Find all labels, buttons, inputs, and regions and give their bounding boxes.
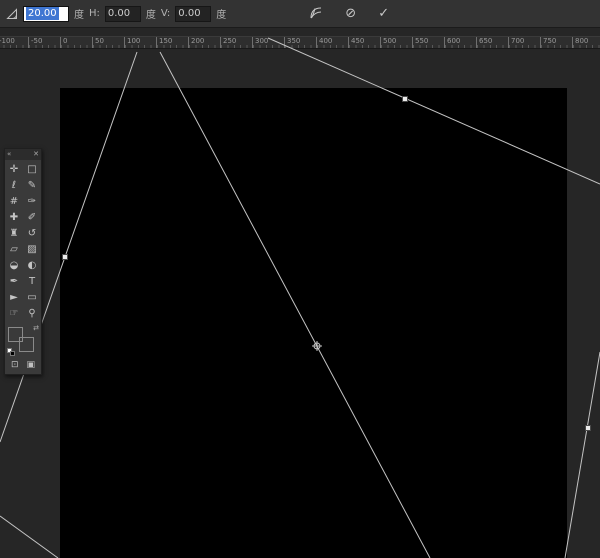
tool-gradient[interactable]: ▨: [23, 241, 41, 257]
tools-panel-footer: ⊡ ▣: [5, 358, 41, 374]
ruler-tick: 350: [284, 37, 316, 48]
tool-spot-healing-brush[interactable]: ✚: [5, 209, 23, 225]
tool-eraser[interactable]: ▱: [5, 241, 23, 257]
ruler-tick: 650: [476, 37, 508, 48]
v-skew-unit-label: 度: [216, 6, 226, 21]
tools-panel-header: « ✕: [5, 149, 41, 160]
h-skew-label: H:: [89, 8, 100, 19]
tool-lasso[interactable]: ℓ: [5, 177, 23, 193]
ruler-tick: 0: [60, 37, 92, 48]
rotate-angle-icon: [6, 8, 18, 20]
ruler-tick: -100: [0, 37, 28, 48]
ruler-tick: 100: [124, 37, 156, 48]
tool-rectangle[interactable]: ▭: [23, 289, 41, 305]
tools-grid: ✛ □ ℓ ✎ # ✑ ✚ ✐ ♜ ↺ ▱ ▨ ◒ ◐ ✒ T ► ▭ ☞ ⚲: [5, 160, 41, 322]
ruler-tick: 250: [220, 37, 252, 48]
ruler-tick: 800: [572, 37, 600, 48]
ruler-tick: 450: [348, 37, 380, 48]
transform-handle[interactable]: [586, 426, 591, 431]
ruler-tick: 700: [508, 37, 540, 48]
foreground-color-swatch[interactable]: [8, 327, 23, 342]
transform-edge-line: [565, 352, 600, 558]
ruler-tick: 300: [252, 37, 284, 48]
ruler-tick: 600: [444, 37, 476, 48]
ruler-tick: 550: [412, 37, 444, 48]
photoshop-window: 20.00 度 H: 0.00 度 V: 0.00 度 ⊘ ✓ -100 -50…: [0, 0, 600, 558]
tool-type[interactable]: T: [23, 273, 41, 289]
rotate-angle-value: 20.00: [26, 7, 59, 20]
tool-history-brush[interactable]: ↺: [23, 225, 41, 241]
ruler-tick: 400: [316, 37, 348, 48]
ruler-tick: 500: [380, 37, 412, 48]
collapse-panel-icon[interactable]: «: [7, 151, 11, 158]
ruler-tick: 200: [188, 37, 220, 48]
tool-brush[interactable]: ✐: [23, 209, 41, 225]
tool-path-selection[interactable]: ►: [5, 289, 23, 305]
tool-blur[interactable]: ◒: [5, 257, 23, 273]
tools-panel: « ✕ ✛ □ ℓ ✎ # ✑ ✚ ✐ ♜ ↺ ▱ ▨ ◒ ◐ ✒ T ► ▭ …: [4, 148, 42, 375]
tool-eyedropper[interactable]: ✑: [23, 193, 41, 209]
tool-rectangular-marquee[interactable]: □: [23, 161, 41, 177]
horizontal-ruler[interactable]: -100 -50 0 50 100 150 200 250 300 350 40…: [0, 36, 600, 49]
canvas[interactable]: [60, 88, 567, 558]
tool-quick-selection[interactable]: ✎: [23, 177, 41, 193]
transform-action-buttons: ⊘ ✓: [309, 6, 389, 22]
quick-mask-icon[interactable]: ⊡: [11, 360, 19, 370]
tool-zoom[interactable]: ⚲: [23, 305, 41, 321]
tool-clone-stamp[interactable]: ♜: [5, 225, 23, 241]
default-colors-icon[interactable]: [7, 348, 16, 357]
ruler-tick: 150: [156, 37, 188, 48]
tool-hand[interactable]: ☞: [5, 305, 23, 321]
tool-crop[interactable]: #: [5, 193, 23, 209]
ruler-tick: 50: [92, 37, 124, 48]
rotate-unit-label: 度: [74, 6, 84, 21]
default-background-chip: [10, 351, 15, 356]
h-skew-input[interactable]: 0.00: [105, 6, 141, 22]
screen-mode-icon[interactable]: ▣: [27, 360, 36, 370]
transform-edge-line: [0, 516, 58, 558]
swap-colors-icon[interactable]: ⇄: [33, 324, 39, 332]
tool-dodge[interactable]: ◐: [23, 257, 41, 273]
ruler-tick: -50: [28, 37, 60, 48]
tool-pen[interactable]: ✒: [5, 273, 23, 289]
ruler-tick: 750: [540, 37, 572, 48]
cancel-transform-button[interactable]: ⊘: [345, 7, 356, 20]
v-skew-input[interactable]: 0.00: [175, 6, 211, 22]
h-skew-unit-label: 度: [146, 6, 156, 21]
transform-options-bar: 20.00 度 H: 0.00 度 V: 0.00 度 ⊘ ✓: [0, 0, 600, 28]
commit-transform-button[interactable]: ✓: [378, 7, 389, 20]
close-panel-icon[interactable]: ✕: [33, 151, 39, 158]
rotate-angle-input[interactable]: 20.00: [23, 6, 69, 22]
tool-move[interactable]: ✛: [5, 161, 23, 177]
color-swatches: ⇄: [5, 324, 41, 358]
v-skew-label: V:: [161, 8, 170, 19]
warp-mode-icon[interactable]: [309, 6, 323, 22]
